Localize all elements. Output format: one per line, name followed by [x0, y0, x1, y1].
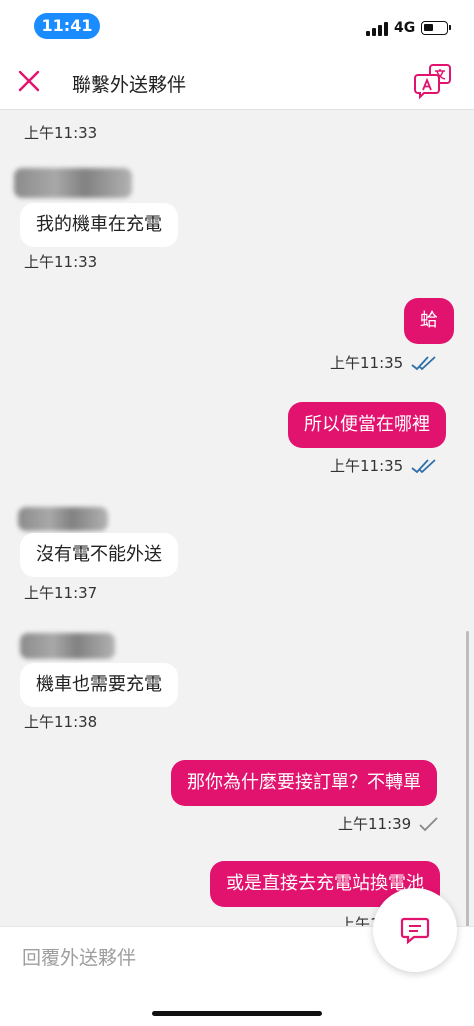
outgoing-message: 蛤	[404, 298, 454, 344]
double-check-icon	[411, 356, 436, 371]
check-icon	[419, 817, 438, 832]
status-time[interactable]: 11:41	[34, 13, 100, 39]
message-time: 上午11:33	[24, 253, 98, 271]
translate-icon	[414, 64, 451, 100]
quick-reply-button[interactable]	[373, 888, 457, 972]
close-icon	[18, 70, 40, 92]
translate-button[interactable]	[414, 62, 454, 100]
message-time: 上午11:35	[330, 354, 404, 372]
message-time: 上午11:39	[338, 815, 412, 833]
chat-bubble-icon	[400, 917, 430, 945]
outgoing-message: 那你為什麼要接訂單？不轉單	[171, 760, 437, 806]
status-bar: 11:41 4G	[0, 0, 474, 52]
incoming-message: 我的機車在充電	[20, 203, 178, 247]
incoming-message: 沒有電不能外送	[20, 533, 178, 577]
scrollbar[interactable]	[466, 631, 469, 926]
close-button[interactable]	[14, 66, 44, 96]
message-time: 上午11:38	[24, 713, 98, 731]
message-time: 上午11:33	[24, 124, 98, 142]
outgoing-message: 所以便當在哪裡	[288, 402, 446, 448]
home-indicator	[152, 1011, 322, 1016]
message-time: 上午11:37	[24, 584, 98, 602]
signal-icon	[366, 22, 388, 36]
reply-input[interactable]	[22, 943, 352, 973]
incoming-message: 機車也需要充電	[20, 663, 178, 707]
network-type: 4G	[394, 20, 416, 36]
sender-name-redacted	[20, 633, 115, 659]
chat-header: 聯繫外送夥伴	[0, 52, 474, 110]
page-title: 聯繫外送夥伴	[72, 74, 187, 96]
chat-message-list[interactable]: 上午11:33 我的機車在充電 上午11:33 蛤 上午11:35 所以便當在哪…	[0, 111, 474, 926]
double-check-icon	[411, 459, 436, 474]
message-time: 上午11:35	[330, 457, 404, 475]
battery-icon	[421, 21, 451, 35]
sender-name-redacted	[18, 507, 108, 531]
sender-name-redacted	[14, 168, 132, 198]
